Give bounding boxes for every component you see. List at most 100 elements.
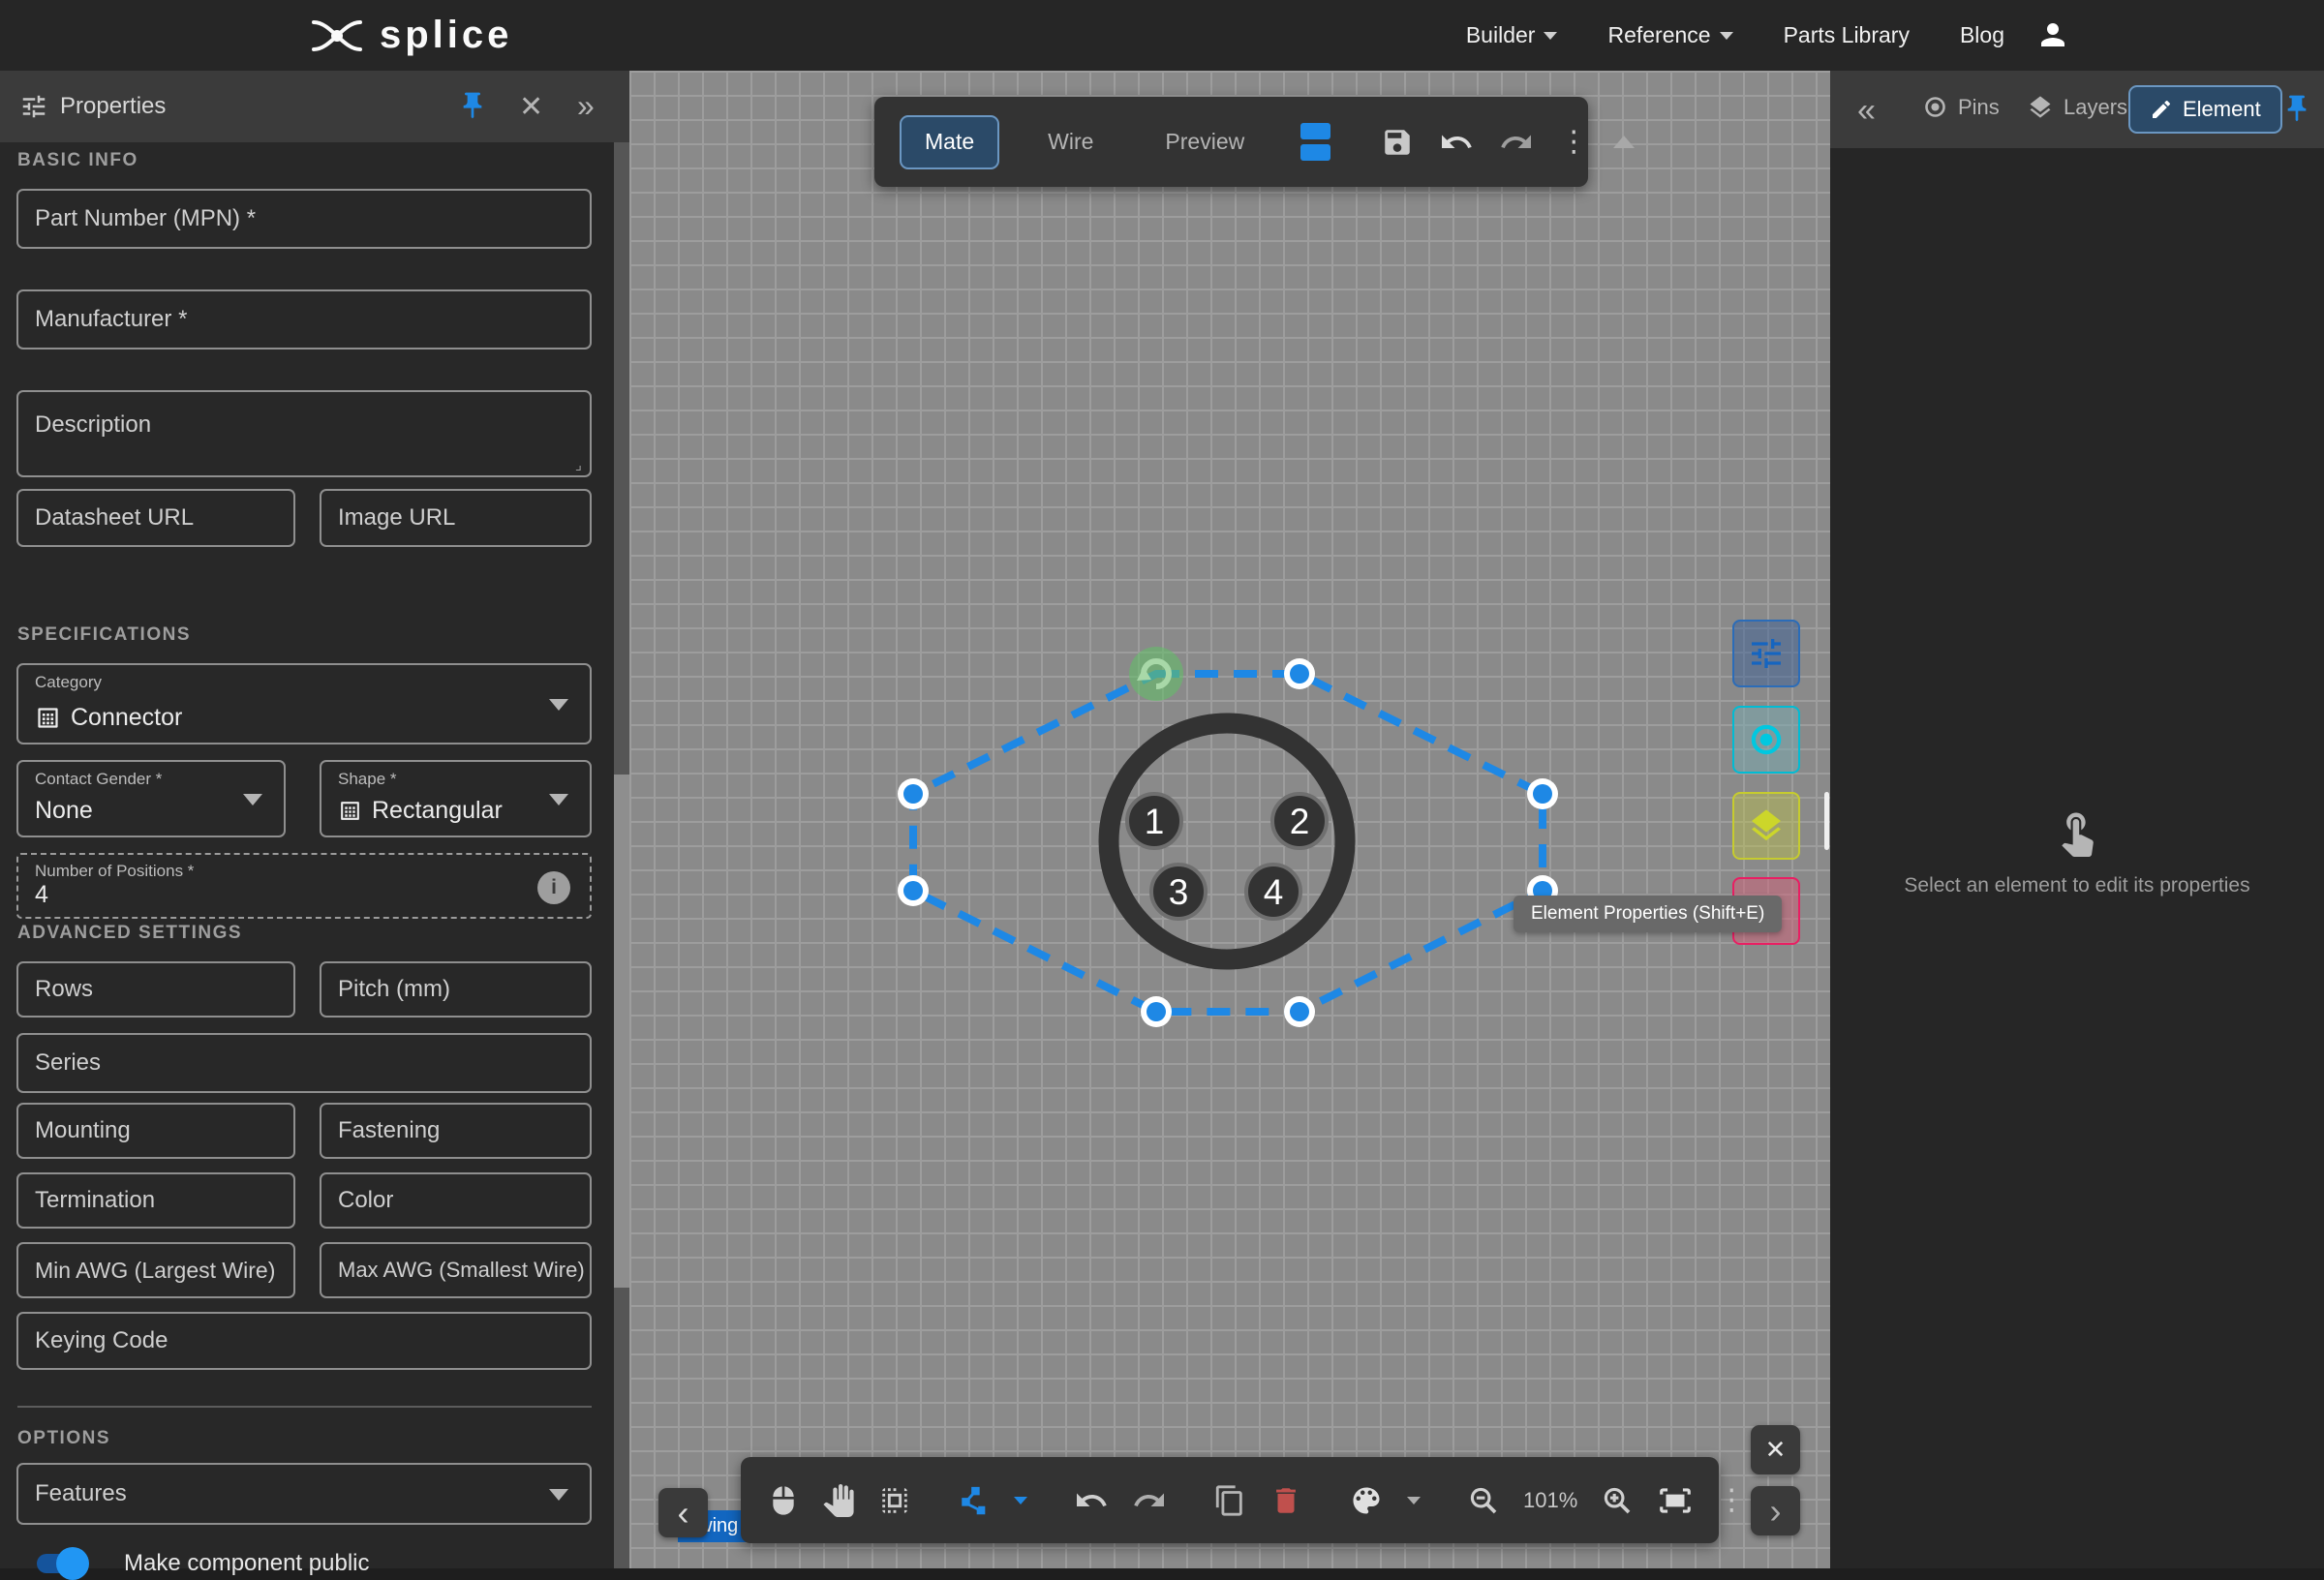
- wire-node-tool-icon[interactable]: [958, 1484, 991, 1517]
- close-panel-icon[interactable]: ✕: [519, 90, 543, 124]
- rows-placeholder: Rows: [35, 976, 94, 1002]
- nav-parts-library[interactable]: Parts Library: [1784, 22, 1910, 48]
- series-placeholder: Series: [35, 1049, 102, 1076]
- manufacturer-field[interactable]: Manufacturer *: [16, 289, 592, 349]
- color-field[interactable]: Color: [320, 1172, 592, 1229]
- contact-gender-select[interactable]: Contact Gender * None: [16, 760, 286, 837]
- make-public-toggle[interactable]: [37, 1547, 89, 1580]
- user-account-icon[interactable]: [2035, 17, 2070, 52]
- mounting-field[interactable]: Mounting: [16, 1103, 295, 1159]
- fit-to-screen-icon[interactable]: [1657, 1482, 1694, 1519]
- min-awg-field[interactable]: Min AWG (Largest Wire): [16, 1242, 295, 1298]
- wire-mode-button[interactable]: Wire: [1024, 117, 1116, 167]
- chevron-left-icon: ‹: [677, 1492, 689, 1533]
- part-number-field[interactable]: Part Number (MPN) *: [16, 189, 592, 249]
- connector-pin-4[interactable]: 4: [1244, 863, 1302, 921]
- mouse-mode-icon[interactable]: [768, 1485, 799, 1516]
- selection-handle-left-top[interactable]: [898, 778, 929, 809]
- pitch-field[interactable]: Pitch (mm): [320, 961, 592, 1018]
- selection-handle-left-bottom[interactable]: [898, 875, 929, 906]
- marquee-select-icon[interactable]: [878, 1484, 911, 1517]
- section-divider: [17, 1406, 592, 1408]
- category-label: Category: [35, 673, 102, 691]
- tune-icon: [22, 95, 46, 118]
- tab-pins[interactable]: Pins: [1922, 94, 2000, 120]
- resize-handle-icon[interactable]: ⌟: [575, 456, 582, 473]
- selection-handle-top-right[interactable]: [1284, 658, 1315, 689]
- next-button[interactable]: ›: [1751, 1486, 1800, 1535]
- palette-icon[interactable]: [1349, 1483, 1384, 1518]
- layers-icon: [2030, 96, 2051, 118]
- pin-icon[interactable]: [2281, 93, 2312, 124]
- copy-icon[interactable]: [1213, 1484, 1246, 1517]
- panel-scrollbar-thumb[interactable]: [614, 775, 629, 1288]
- connector-element[interactable]: 1 2 3 4: [1098, 713, 1356, 970]
- wire-node-dropdown-icon[interactable]: [1014, 1496, 1027, 1504]
- image-url-field[interactable]: Image URL: [320, 489, 592, 547]
- chevron-down-icon: [549, 699, 568, 711]
- panel-back-button[interactable]: ‹: [658, 1488, 708, 1537]
- nav-builder[interactable]: Builder: [1466, 22, 1558, 48]
- pan-hand-icon[interactable]: [822, 1483, 855, 1517]
- element-properties-tool[interactable]: [1732, 620, 1800, 687]
- info-icon[interactable]: i: [537, 871, 570, 904]
- termination-field[interactable]: Termination: [16, 1172, 295, 1229]
- redo-icon[interactable]: [1499, 125, 1534, 160]
- series-field[interactable]: Series: [16, 1033, 592, 1093]
- element-panel: « Pins Layers Element Select an element: [1830, 71, 2324, 1568]
- element-panel-empty-state: Select an element to edit its properties: [1830, 806, 2324, 897]
- more-options-icon[interactable]: ⋮: [1717, 1485, 1746, 1515]
- max-awg-field[interactable]: Max AWG (Smallest Wire): [320, 1242, 592, 1298]
- save-icon[interactable]: [1381, 126, 1414, 159]
- pin-icon[interactable]: [457, 90, 488, 121]
- expand-panel-icon[interactable]: «: [1857, 92, 1876, 130]
- zoom-out-icon[interactable]: [1467, 1484, 1500, 1517]
- collapse-toolbar-icon[interactable]: [1613, 136, 1636, 148]
- layers-tool[interactable]: [1732, 792, 1800, 860]
- rows-field[interactable]: Rows: [16, 961, 295, 1018]
- rotate-handle[interactable]: [1129, 647, 1183, 701]
- design-canvas[interactable]: 1 2 3 4 Mate Wire Preview ⋮ Element Prop…: [629, 71, 1830, 1568]
- nav-blog[interactable]: Blog: [1960, 22, 2004, 48]
- delete-trash-icon[interactable]: [1269, 1484, 1302, 1517]
- category-select[interactable]: Category Connector: [16, 663, 592, 744]
- selection-handle-bottom-right[interactable]: [1284, 996, 1315, 1027]
- pitch-placeholder: Pitch (mm): [338, 976, 450, 1002]
- palette-dropdown-icon[interactable]: [1407, 1496, 1421, 1504]
- features-select[interactable]: Features: [16, 1463, 592, 1525]
- close-selection-button[interactable]: ✕: [1751, 1425, 1800, 1474]
- description-field[interactable]: Description ⌟: [16, 390, 592, 477]
- undo-icon[interactable]: [1074, 1483, 1109, 1518]
- preview-mode-button[interactable]: Preview: [1142, 117, 1268, 167]
- nav-reference[interactable]: Reference: [1607, 22, 1733, 48]
- chevron-down-icon: [1544, 31, 1558, 40]
- splice-app: { "topnav": { "brand": "splice", "items"…: [0, 0, 2324, 1580]
- more-options-icon[interactable]: ⋮: [1559, 127, 1588, 157]
- tab-element[interactable]: Element: [2128, 85, 2282, 134]
- connector-pin-3[interactable]: 3: [1149, 863, 1208, 921]
- mate-mode-button[interactable]: Mate: [900, 114, 1000, 169]
- chevron-down-icon: [1719, 31, 1733, 40]
- tab-layers-label: Layers: [2064, 95, 2128, 119]
- pins-tool[interactable]: [1732, 706, 1800, 774]
- undo-icon[interactable]: [1439, 125, 1474, 160]
- connector-pin-2[interactable]: 2: [1270, 792, 1329, 850]
- fastening-field[interactable]: Fastening: [320, 1103, 592, 1159]
- zoom-in-icon[interactable]: [1601, 1484, 1634, 1517]
- connector-pin-1[interactable]: 1: [1125, 792, 1183, 850]
- canvas-scrollbar-thumb[interactable]: [1824, 792, 1829, 850]
- section-basic-info: BASIC INFO: [17, 150, 138, 170]
- shape-select[interactable]: Shape * Rectangular: [320, 760, 592, 837]
- positions-field[interactable]: Number of Positions * 4 i: [16, 853, 592, 919]
- collapse-panel-icon[interactable]: »: [577, 88, 595, 124]
- selection-handle-bottom-left[interactable]: [1141, 996, 1172, 1027]
- layout-rows-icon[interactable]: [1300, 123, 1331, 161]
- datasheet-url-field[interactable]: Datasheet URL: [16, 489, 295, 547]
- brand-logo[interactable]: splice: [308, 14, 512, 57]
- make-public-row: Make component public: [37, 1547, 369, 1580]
- tab-layers[interactable]: Layers: [2027, 94, 2127, 121]
- redo-icon[interactable]: [1132, 1483, 1167, 1518]
- termination-placeholder: Termination: [35, 1187, 156, 1213]
- keying-code-field[interactable]: Keying Code: [16, 1312, 592, 1370]
- selection-handle-right-top[interactable]: [1527, 778, 1558, 809]
